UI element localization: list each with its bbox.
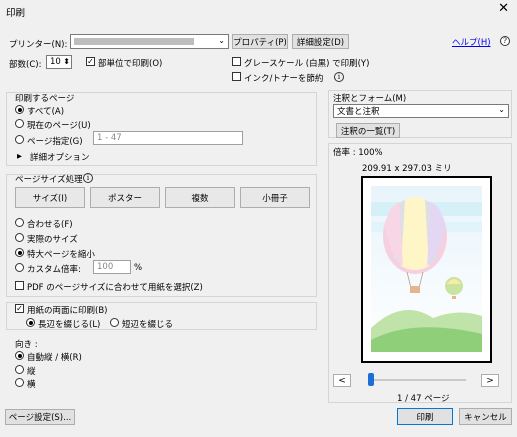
portrait-label: 縦 [27,367,36,377]
page-counter: 1 / 47 ページ [397,394,450,404]
summarize-comments-button[interactable]: 注釈の一覧(T) [336,123,400,138]
booklet-button[interactable]: 小冊子 [240,187,310,208]
multiple-button[interactable]: 複数 [165,187,235,208]
page-sizing-info-icon[interactable]: i [83,173,93,183]
radio-shrink-oversized[interactable] [15,248,24,257]
fit-label: 合わせる(F) [27,220,73,230]
landscape-label: 横 [27,380,36,390]
size-button[interactable]: サイズ(I) [15,187,85,208]
checkmark-icon: ✓ [16,303,23,313]
radio-short-edge[interactable] [110,318,119,327]
page-slider-track[interactable] [368,379,466,381]
radio-portrait[interactable] [15,365,24,374]
help-link[interactable]: ヘルプ(H) [452,36,491,48]
collate-label: 部単位で印刷(O) [98,59,163,69]
page-slider-thumb[interactable] [368,373,374,386]
preview-scale-label: 倍率 : 100% [333,148,383,158]
radio-current-page[interactable] [15,119,24,128]
radio-page-range[interactable] [15,135,24,144]
properties-button[interactable]: プロパティ(P) [232,34,288,49]
previous-page-button[interactable]: < [333,374,351,387]
printer-name-redacted [74,38,194,45]
save-ink-info-icon[interactable]: i [334,72,344,82]
radio-auto-orientation[interactable] [15,351,24,360]
save-ink-checkbox[interactable] [232,72,241,81]
comments-selected-value: 文書と注釈 [337,107,380,117]
balloon-illustration [371,186,482,352]
long-edge-label: 長辺を綴じる(L) [38,320,101,330]
save-ink-label: インク/トナーを節約 [244,74,324,84]
copies-value: 10 [50,57,61,67]
all-pages-label: すべて(A) [27,107,65,117]
pdf-pagesize-checkbox[interactable] [15,281,24,290]
chevron-down-icon: ⌄ [218,36,225,45]
grayscale-label: グレースケール (白黒) で印刷(Y) [244,59,370,69]
poster-button[interactable]: ポスター [90,187,160,208]
printer-select[interactable]: ⌄ [70,34,229,49]
expand-triangle-icon[interactable]: ▶ [17,152,22,160]
radio-actual-size[interactable] [15,233,24,242]
collate-checkbox[interactable]: ✓ [86,57,95,66]
printer-label: プリンター(N): [9,40,68,50]
copies-label: 部数(C): [9,60,42,70]
advanced-button[interactable]: 詳細設定(D) [292,34,349,49]
page-sizing-heading: ページサイズ処理 [15,175,83,185]
more-options-label[interactable]: 詳細オプション [30,151,90,163]
custom-scale-input[interactable]: 100 [93,260,131,274]
checkmark-icon: ✓ [87,56,94,66]
comments-select[interactable]: 文書と注釈 ⌄ [333,104,509,118]
duplex-label: 用紙の両面に印刷(B) [27,306,108,316]
help-icon[interactable]: ? [500,36,510,46]
pages-to-print-heading: 印刷するページ [15,94,75,104]
page-range-input[interactable]: 1 - 47 [93,131,243,145]
current-page-label: 現在のページ(U) [27,121,91,131]
print-button[interactable]: 印刷 [397,408,453,425]
orientation-heading: 向き : [15,340,38,350]
short-edge-label: 短辺を綴じる [122,320,174,330]
page-setup-button[interactable]: ページ設定(S)... [5,409,75,425]
chevron-down-icon: ⌄ [498,105,505,114]
actual-size-label: 実際のサイズ [27,235,78,245]
page-preview [361,176,492,363]
pdf-pagesize-label: PDF のページサイズに合わせて用紙を選択(Z) [27,283,203,293]
grayscale-checkbox[interactable] [232,57,241,66]
radio-all-pages[interactable] [15,105,24,114]
radio-fit[interactable] [15,218,24,227]
page-range-label: ページ指定(G) [27,137,83,147]
close-icon[interactable]: ✕ [498,2,509,15]
auto-orientation-label: 自動縦 / 横(R) [27,353,82,363]
copies-input[interactable]: 10 ⬍ [46,55,72,69]
percent-label: % [134,263,143,273]
duplex-checkbox[interactable]: ✓ [15,304,24,313]
custom-scale-label: カスタム倍率: [27,265,81,275]
radio-custom-scale[interactable] [15,263,24,272]
radio-landscape[interactable] [15,378,24,387]
comments-heading: 注釈とフォーム(M) [333,94,407,104]
cancel-button[interactable]: キャンセル [459,408,512,425]
radio-long-edge[interactable] [26,318,35,327]
next-page-button[interactable]: > [481,374,499,387]
preview-dimensions: 209.91 x 297.03 ミリ [362,164,452,174]
spinner-icon[interactable]: ⬍ [63,57,70,66]
shrink-oversized-label: 特大ページを縮小 [27,250,95,260]
window-title: 印刷 [6,8,26,19]
